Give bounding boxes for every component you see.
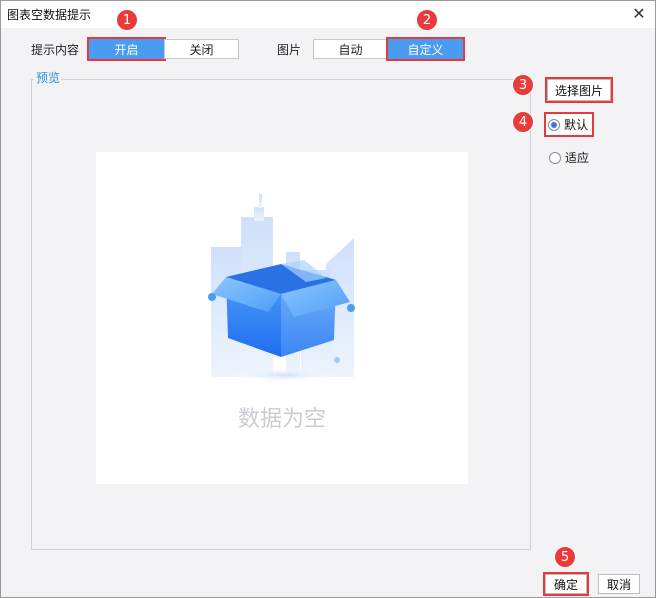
annotation-badge-5: 5 [554,546,576,568]
annotation-badge-4: 4 [512,111,534,133]
prompt-on-button[interactable]: 开启 [87,37,166,61]
empty-data-text: 数据为空 [237,407,326,432]
content-prompt-label: 提示内容 [31,43,80,57]
picture-label: 图片 [277,43,302,57]
dialog-title: 图表空数据提示 [7,8,92,22]
annotation-badge-1: 1 [116,9,138,31]
empty-data-prompt-dialog: 图表空数据提示 ✕ 提示内容 开启 关闭 图片 自动 自定义 预览 数据为空 选… [0,0,656,598]
choose-image-button[interactable]: 选择图片 [545,77,613,103]
close-icon[interactable]: ✕ [629,4,649,24]
ok-button[interactable]: 确定 [543,572,589,596]
prompt-off-button[interactable]: 关闭 [164,39,239,59]
annotation-badge-3: 3 [512,74,534,96]
title-bar: 图表空数据提示 ✕ [1,1,655,28]
preview-canvas: 数据为空 [96,152,468,484]
radio-fit-indicator[interactable] [549,151,561,164]
radio-fit-label: 适应 [565,151,590,165]
empty-box-illustration [208,194,355,383]
radio-default[interactable]: 默认 [543,112,595,137]
radio-fit[interactable]: 适应 [549,149,589,166]
radio-default-label: 默认 [564,118,589,132]
radio-default-indicator[interactable] [548,118,560,131]
picture-auto-button[interactable]: 自动 [313,39,388,59]
annotation-badge-2: 2 [416,9,438,31]
picture-custom-button[interactable]: 自定义 [386,37,465,61]
cancel-button[interactable]: 取消 [598,574,640,594]
preview-legend: 预览 [34,69,63,86]
